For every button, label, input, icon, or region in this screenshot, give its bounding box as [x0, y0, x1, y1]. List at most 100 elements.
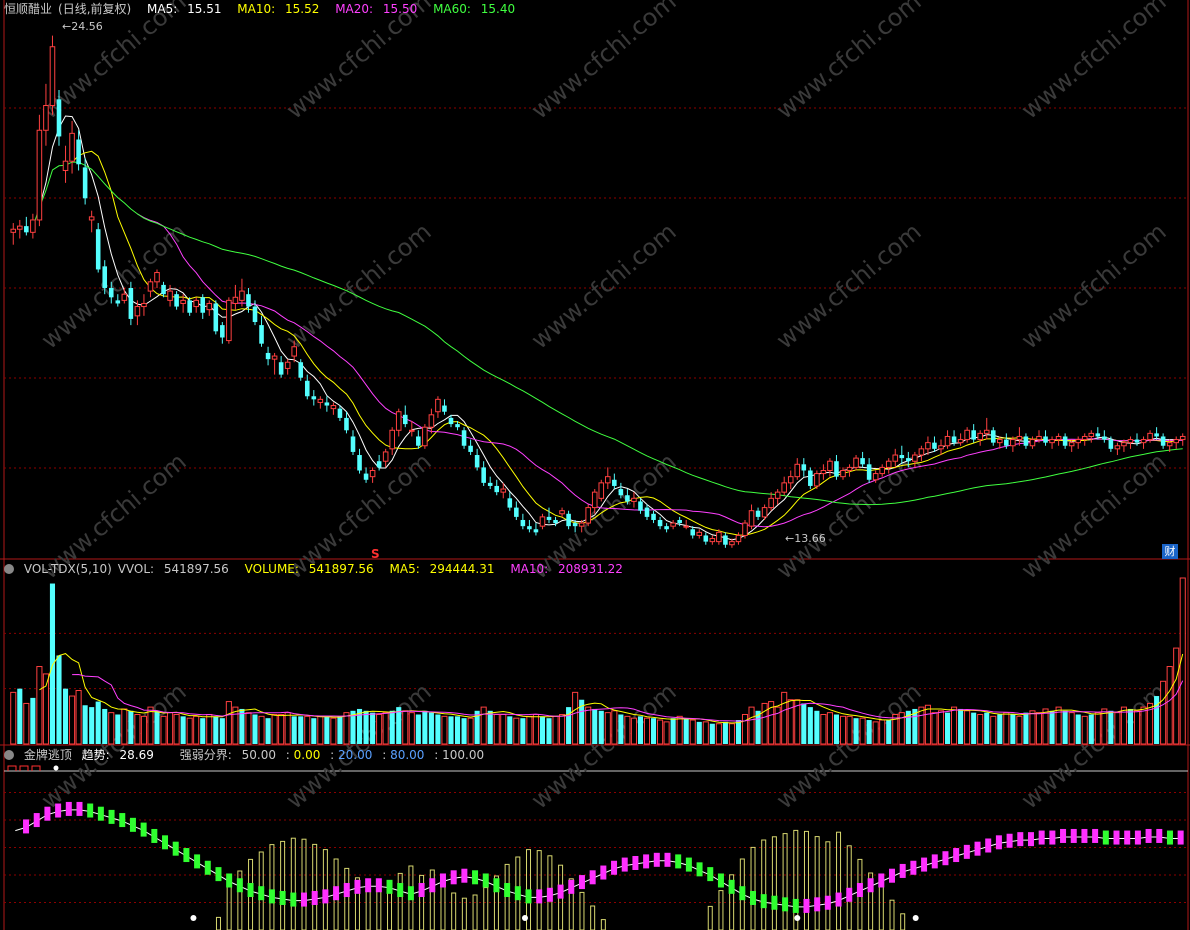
volume-bar	[787, 699, 794, 745]
candle-body	[402, 414, 408, 425]
signal-dot	[521, 915, 528, 921]
candle-body	[638, 501, 643, 511]
candle-body	[147, 281, 154, 292]
bottom-signal-bar	[290, 837, 296, 930]
trend-bar	[386, 879, 393, 894]
volume-bar	[958, 708, 964, 744]
candle-body	[17, 225, 23, 230]
candle-body	[121, 293, 128, 301]
trend-bar	[108, 809, 115, 824]
volume-bar	[618, 714, 624, 744]
panel-toggle-icon[interactable]	[4, 750, 14, 760]
candle-body	[167, 290, 173, 301]
candle-body	[369, 469, 376, 478]
candle-body	[232, 296, 239, 304]
trend-bar	[397, 883, 404, 898]
volume-bar	[918, 706, 925, 745]
trend-bar	[172, 841, 179, 856]
trend-bar	[482, 873, 489, 888]
trend-line	[15, 809, 1181, 908]
volume-bar	[82, 705, 88, 744]
candle-body	[631, 497, 637, 502]
candle-body	[30, 219, 36, 233]
trend-bar	[568, 879, 575, 894]
candle-body	[265, 352, 271, 360]
volume-bar	[761, 702, 768, 745]
volume-bar	[291, 716, 297, 744]
trend-bar	[867, 878, 874, 893]
candle-body	[455, 424, 460, 428]
volume-bar	[10, 691, 17, 745]
candle-body	[291, 346, 297, 357]
bottom-signal-bar	[579, 891, 585, 930]
trend-bar	[771, 895, 778, 910]
candle-body	[1055, 435, 1062, 441]
volume-bar	[337, 716, 343, 744]
finance-badge[interactable]: 财	[1162, 544, 1178, 559]
trend-bar	[514, 886, 521, 901]
volume-bar	[278, 713, 285, 745]
candle-body	[442, 405, 447, 412]
candle-body	[651, 513, 656, 520]
watermark-text: www.cfchi.com	[771, 677, 927, 814]
candle-body	[578, 522, 585, 527]
volume-bar	[448, 716, 454, 744]
candle-body	[1081, 435, 1088, 441]
trend-bar	[643, 854, 650, 869]
candle-body	[350, 436, 356, 452]
volume-bar	[807, 707, 813, 744]
candle-body	[794, 463, 801, 478]
candle-body	[95, 229, 101, 270]
candle-body	[174, 294, 179, 307]
candle-body	[918, 448, 925, 456]
watermark-text: www.cfchi.com	[1016, 0, 1172, 125]
trend-bar	[450, 870, 457, 885]
bottom-signal-bar	[226, 882, 232, 930]
trend-bar	[739, 886, 746, 901]
candle-body	[990, 430, 996, 443]
candle-body	[128, 288, 134, 319]
volume-bar	[572, 691, 579, 745]
candle-body	[461, 430, 467, 446]
volume-bar	[944, 712, 951, 744]
candle-body	[814, 473, 820, 487]
candle-body	[357, 455, 362, 471]
bottom-signal-bar	[900, 913, 906, 930]
volume-bar	[1023, 712, 1029, 744]
trend-bar	[1070, 828, 1077, 843]
bottom-signal-bar	[803, 830, 809, 930]
candle-body	[304, 380, 310, 397]
trend-bar	[1102, 830, 1109, 845]
candle-body	[866, 464, 872, 480]
candle-body	[860, 458, 865, 465]
kline-chart-canvas[interactable]: www.cfchi.com www.cfchi.com www.cfchi.com w…	[0, 0, 1190, 930]
trend-bar	[151, 828, 158, 843]
volume-bar	[147, 706, 154, 745]
volume-bar	[722, 721, 728, 744]
trend-bar	[1081, 828, 1088, 843]
watermark-text: www.cfchi.com	[771, 217, 927, 354]
candle-body	[591, 491, 598, 509]
trend-bar	[578, 875, 585, 890]
trend-bar	[1006, 833, 1013, 848]
volume-bar	[382, 712, 389, 745]
candle-body	[1049, 439, 1055, 444]
volume-bar	[252, 714, 258, 744]
candle-body	[932, 442, 937, 449]
trend-bar	[856, 883, 863, 898]
candle-body	[284, 361, 291, 369]
candle-body	[553, 519, 558, 524]
volume-bar	[552, 715, 559, 745]
watermark-text: www.cfchi.com	[36, 217, 192, 354]
volume-bar	[121, 708, 128, 745]
bottom-signal-bar	[782, 833, 788, 930]
candle-body	[906, 458, 911, 462]
panel-toggle-icon[interactable]	[4, 564, 14, 574]
signal-dot	[794, 915, 801, 921]
volume-bar	[846, 715, 853, 745]
trend-bar	[354, 879, 361, 894]
volume-bar	[317, 715, 324, 745]
candle-body	[36, 129, 43, 221]
candle-body	[944, 435, 951, 447]
candle-body	[363, 473, 369, 480]
